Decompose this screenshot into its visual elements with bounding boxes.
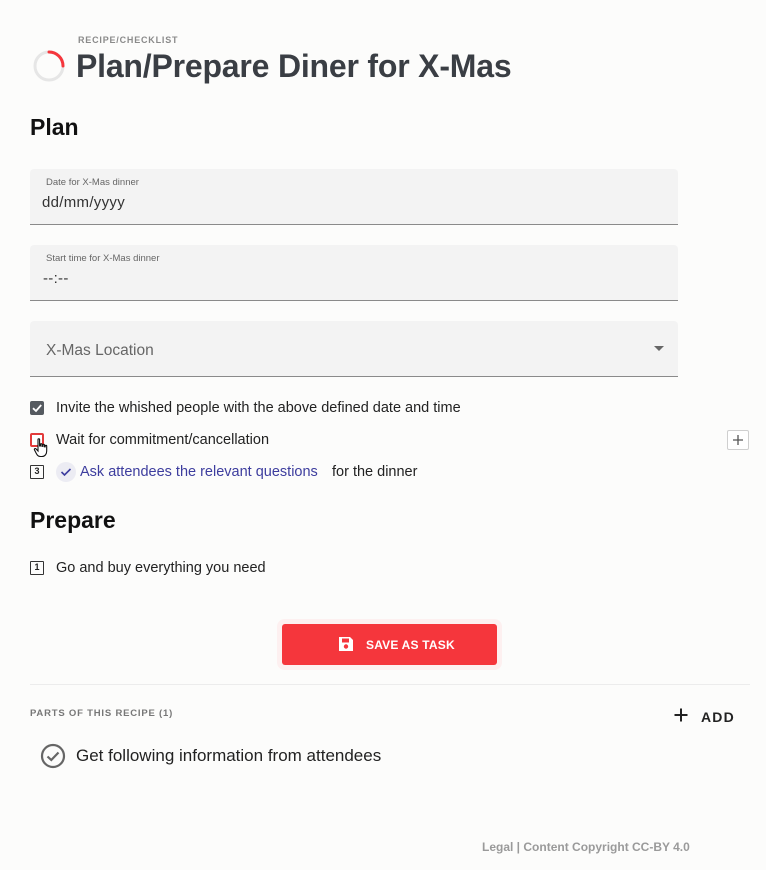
checkmark-icon — [32, 404, 42, 413]
list-item[interactable]: Get following information from attendees — [40, 743, 440, 769]
footer-legal-link[interactable]: Legal | Content Copyright CC-BY 4.0 — [482, 840, 690, 854]
check-circle-icon — [56, 462, 76, 482]
add-step-button[interactable] — [727, 430, 749, 450]
step-number-checkbox[interactable]: 3 — [30, 465, 44, 479]
plus-icon — [674, 708, 688, 722]
parts-section-label: PARTS OF THIS RECIPE (1) — [30, 708, 174, 719]
date-field[interactable]: Date for X-Mas dinner dd/mm/yyyy — [30, 169, 678, 225]
hand-pointer-cursor-icon — [33, 438, 48, 458]
save-as-task-label: SAVE AS TASK — [366, 638, 455, 652]
location-placeholder: X-Mas Location — [46, 342, 154, 359]
part-item-text: Get following information from attendees — [76, 746, 382, 765]
date-input[interactable]: dd/mm/yyyy — [42, 194, 125, 211]
save-as-task-button[interactable]: SAVE AS TASK — [282, 624, 497, 665]
checklist-item[interactable]: Invite the whished people with the above… — [30, 400, 630, 418]
section-title-prepare: Prepare — [30, 507, 116, 533]
step-number-checkbox[interactable]: 1 — [30, 561, 44, 575]
checkbox-checked[interactable] — [30, 401, 44, 415]
floppy-disk-icon — [339, 637, 353, 651]
checklist-item[interactable]: 1 Go and buy everything you need — [30, 560, 630, 578]
checklist-item-text: Wait for commitment/cancellation — [56, 432, 270, 448]
checklist-item[interactable]: Wait for commitment/cancellation — [30, 432, 630, 458]
section-title-plan: Plan — [30, 114, 79, 140]
date-field-label: Date for X-Mas dinner — [46, 177, 139, 188]
divider — [30, 684, 750, 685]
time-input[interactable]: --:-- — [43, 270, 69, 287]
checklist-item[interactable]: 3 Ask attendees the relevant questions f… — [30, 462, 630, 482]
add-part-label: ADD — [701, 709, 735, 725]
checklist-item-text: Invite the whished people with the above… — [56, 400, 461, 416]
check-circle-icon — [40, 743, 66, 769]
checklist-item-text: Go and buy everything you need — [56, 560, 266, 576]
location-select[interactable]: X-Mas Location — [30, 321, 678, 377]
chevron-down-icon[interactable] — [654, 346, 664, 351]
plus-icon — [733, 435, 743, 445]
time-field[interactable]: Start time for X-Mas dinner --:-- — [30, 245, 678, 301]
recipe-kicker: RECIPE/CHECKLIST — [78, 35, 179, 45]
time-field-label: Start time for X-Mas dinner — [46, 253, 160, 264]
page-title: Plan/Prepare Diner for X-Mas — [76, 48, 512, 84]
sub-recipe-link[interactable]: Ask attendees the relevant questions — [80, 464, 318, 480]
progress-spinner-icon — [33, 50, 65, 82]
checklist-item-suffix: for the dinner — [332, 464, 418, 480]
